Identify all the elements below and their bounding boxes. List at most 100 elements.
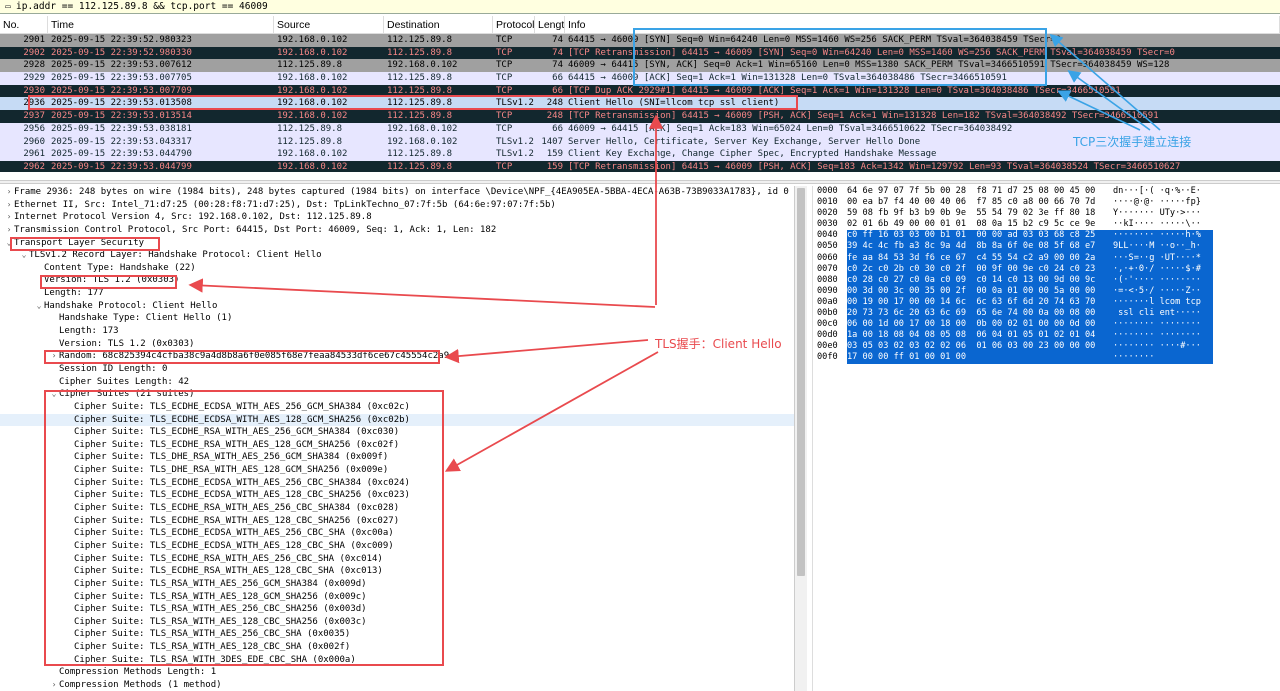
pane-splitter[interactable] — [0, 180, 1280, 184]
detail-tree-item[interactable]: Cipher Suite: TLS_ECDHE_ECDSA_WITH_AES_2… — [0, 527, 794, 540]
hex-bytes[interactable]: 64 6e 97 07 7f 5b 00 28 f8 71 d7 25 08 0… — [847, 186, 1113, 197]
hex-bytes[interactable]: c0 2c c0 2b c0 30 c0 2f 00 9f 00 9e c0 2… — [847, 263, 1113, 275]
detail-tree-item[interactable]: Length: 177 — [0, 287, 794, 300]
packet-row[interactable]: 2901 2025-09-15 22:39:52.980323 192.168.0.… — [0, 34, 1280, 47]
hex-bytes[interactable]: c0 28 c0 27 c0 0a c0 09 c0 14 c0 13 00 9… — [847, 274, 1113, 286]
detail-tree-item[interactable]: Handshake Type: Client Hello (1) — [0, 312, 794, 325]
hex-bytes[interactable]: 00 19 00 17 00 00 14 6c 6c 63 6f 6d 20 7… — [847, 296, 1113, 309]
hex-bytes[interactable]: 59 08 fb 9f b3 b9 0b 9e 55 54 79 02 3e f… — [847, 208, 1113, 219]
detail-tree-item[interactable]: Version: TLS 1.2 (0x0303) — [0, 274, 794, 287]
detail-tree-item[interactable]: Cipher Suite: TLS_DHE_RSA_WITH_AES_256_G… — [0, 451, 794, 464]
hex-ascii[interactable]: ········ ·····h·% — [1113, 230, 1213, 242]
column-header-protocol[interactable]: Protocol — [493, 16, 535, 34]
detail-tree-item[interactable]: Cipher Suite: TLS_RSA_WITH_AES_256_GCM_S… — [0, 578, 794, 591]
detail-tree-item[interactable]: Cipher Suite: TLS_ECDHE_RSA_WITH_AES_128… — [0, 565, 794, 578]
expanded-chevron-icon[interactable]: ⌄ — [4, 237, 14, 250]
display-filter-bar[interactable]: ▭ ip.addr == 112.125.89.8 && tcp.port ==… — [0, 0, 1280, 14]
hex-ascii[interactable]: ····@·@· ·····fp} — [1113, 197, 1213, 208]
column-header-time[interactable]: Time — [48, 16, 274, 34]
detail-tree-item[interactable]: Content Type: Handshake (22) — [0, 262, 794, 275]
detail-tree-item[interactable]: Cipher Suite: TLS_RSA_WITH_AES_128_CBC_S… — [0, 616, 794, 629]
collapsed-chevron-icon[interactable]: › — [4, 224, 14, 237]
detail-tree-item[interactable]: ⌄ Handshake Protocol: Client Hello — [0, 300, 794, 313]
hex-bytes[interactable]: 06 00 1d 00 17 00 18 00 0b 00 02 01 00 0… — [847, 319, 1113, 331]
detail-tree-item[interactable]: Cipher Suites Length: 42 — [0, 376, 794, 389]
detail-tree-item[interactable]: Cipher Suite: TLS_DHE_RSA_WITH_AES_128_G… — [0, 464, 794, 477]
detail-tree-item[interactable]: Cipher Suite: TLS_ECDHE_RSA_WITH_AES_256… — [0, 426, 794, 439]
hex-bytes[interactable]: 00 3d 00 3c 00 35 00 2f 00 0a 01 00 00 5… — [847, 285, 1113, 297]
detail-tree-item[interactable]: ⌄ Transport Layer Security — [0, 237, 794, 250]
detail-tree-item[interactable]: › Compression Methods (1 method) — [0, 679, 794, 691]
hex-bytes[interactable]: 20 73 73 6c 20 63 6c 69 65 6e 74 00 0a 0… — [847, 308, 1113, 320]
detail-tree-item[interactable]: Cipher Suite: TLS_ECDHE_ECDSA_WITH_AES_1… — [0, 489, 794, 502]
hex-bytes[interactable]: 17 00 00 ff 01 00 01 00 — [847, 352, 1113, 364]
details-scrollbar-thumb[interactable] — [797, 188, 805, 576]
hex-ascii[interactable]: ········ ········ — [1113, 330, 1213, 342]
hex-ascii[interactable]: ········ ········ — [1113, 319, 1213, 331]
hex-bytes[interactable]: 00 ea b7 f4 40 00 40 06 f7 85 c0 a8 00 6… — [847, 197, 1113, 208]
hex-ascii[interactable]: Y······· UTy·>··· — [1113, 208, 1213, 219]
hex-bytes[interactable]: 02 01 6b 49 00 00 01 01 08 0a 15 b2 c9 5… — [847, 219, 1113, 230]
detail-tree-item[interactable]: Session ID Length: 0 — [0, 363, 794, 376]
details-scrollbar[interactable] — [795, 186, 807, 691]
detail-tree-item[interactable]: Cipher Suite: TLS_ECDHE_ECDSA_WITH_AES_1… — [0, 540, 794, 553]
detail-tree-item[interactable]: Cipher Suite: TLS_ECDHE_RSA_WITH_AES_256… — [0, 553, 794, 566]
detail-tree-item[interactable]: Cipher Suite: TLS_ECDHE_RSA_WITH_AES_256… — [0, 502, 794, 515]
hex-bytes[interactable]: 1a 00 18 08 04 08 05 08 06 04 01 05 01 0… — [847, 330, 1113, 342]
detail-tree-item[interactable]: Cipher Suite: TLS_ECDHE_ECDSA_WITH_AES_2… — [0, 401, 794, 414]
hex-ascii[interactable]: dn···[·( ·q·%··E· — [1113, 186, 1213, 197]
column-header-info[interactable]: Info — [565, 16, 1280, 34]
detail-tree-item[interactable]: Cipher Suite: TLS_RSA_WITH_AES_256_CBC_S… — [0, 628, 794, 641]
collapsed-chevron-icon[interactable]: › — [49, 350, 59, 363]
column-header-destination[interactable]: Destination — [384, 16, 493, 34]
packet-row[interactable]: 2902 2025-09-15 22:39:52.980330 192.168.0.… — [0, 46, 1280, 60]
hex-ascii[interactable]: 9LL····M ··o··_h· — [1113, 241, 1213, 253]
hex-ascii[interactable]: ········ — [1113, 352, 1213, 364]
hex-bytes[interactable]: fe aa 84 53 3d f6 ce 67 c4 55 54 c2 a9 0… — [847, 252, 1113, 264]
packet-row[interactable]: 2937 2025-09-15 22:39:53.013514 192.168.0.… — [0, 110, 1280, 123]
column-header-source[interactable]: Source — [274, 16, 384, 34]
hex-ascii[interactable]: ········ ····#··· — [1113, 341, 1213, 353]
collapsed-chevron-icon[interactable]: › — [4, 211, 14, 224]
display-filter-input[interactable]: ip.addr == 112.125.89.8 && tcp.port == 4… — [16, 1, 268, 12]
detail-tree-item[interactable]: › Internet Protocol Version 4, Src: 192.1… — [0, 211, 794, 224]
hex-bytes[interactable]: 39 4c 4c fb a3 8c 9a 4d 8b 8a 6f 0e 08 5… — [847, 241, 1113, 253]
packet-row[interactable]: 2961 2025-09-15 22:39:53.044790 192.168.0.… — [0, 148, 1280, 161]
expanded-chevron-icon[interactable]: ⌄ — [34, 300, 44, 313]
detail-tree-item[interactable]: Cipher Suite: TLS_RSA_WITH_AES_256_CBC_S… — [0, 603, 794, 616]
detail-tree-item[interactable]: Cipher Suite: TLS_RSA_WITH_AES_128_GCM_S… — [0, 591, 794, 604]
packet-row[interactable]: 2962 2025-09-15 22:39:53.044799 192.168.0.… — [0, 160, 1280, 172]
detail-tree-item[interactable]: › Frame 2936: 248 bytes on wire (1984 bit… — [0, 186, 794, 199]
hex-ascii[interactable]: ·······l lcom tcp — [1113, 296, 1213, 309]
detail-tree-item[interactable]: Cipher Suite: TLS_ECDHE_ECDSA_WITH_AES_1… — [0, 413, 794, 427]
detail-tree-item[interactable]: Cipher Suite: TLS_ECDHE_RSA_WITH_AES_128… — [0, 439, 794, 452]
hex-bytes[interactable]: c0 ff 16 03 03 00 b1 01 00 00 ad 03 03 6… — [847, 230, 1113, 242]
detail-tree-item[interactable]: › Ethernet II, Src: Intel_71:d7:25 (00:28… — [0, 199, 794, 212]
hex-ascii[interactable]: ·=·<·5·/ ·····Z·· — [1113, 285, 1213, 297]
collapsed-chevron-icon[interactable]: › — [49, 679, 59, 691]
bookmark-icon[interactable]: ▭ — [2, 1, 14, 13]
packet-row[interactable]: 2928 2025-09-15 22:39:53.007612 112.125.89… — [0, 59, 1280, 73]
detail-tree-item[interactable]: Cipher Suite: TLS_RSA_WITH_AES_128_CBC_S… — [0, 641, 794, 654]
packet-row[interactable]: 2930 2025-09-15 22:39:53.007709 192.168.0.… — [0, 84, 1280, 98]
column-header-no[interactable]: No. — [0, 16, 48, 34]
hex-bytes[interactable]: 03 05 03 02 03 02 02 06 01 06 03 00 23 0… — [847, 341, 1113, 353]
collapsed-chevron-icon[interactable]: › — [4, 199, 14, 212]
packet-row[interactable]: 2929 2025-09-15 22:39:53.007705 192.168.0.… — [0, 72, 1280, 85]
detail-tree-item[interactable]: ⌄ TLSv1.2 Record Layer: Handshake Protoco… — [0, 249, 794, 262]
detail-tree-item[interactable]: › Transmission Control Protocol, Src Port… — [0, 224, 794, 237]
detail-tree-item[interactable]: Compression Methods Length: 1 — [0, 666, 794, 679]
column-header-length[interactable]: Length — [535, 16, 565, 34]
hex-ascii[interactable]: ssl cli ent····· — [1113, 308, 1213, 320]
detail-tree-item[interactable]: Cipher Suite: TLS_RSA_WITH_3DES_EDE_CBC_… — [0, 654, 794, 667]
packet-row[interactable]: 2936 2025-09-15 22:39:53.013508 192.168.0.… — [0, 97, 1280, 111]
hex-ascii[interactable]: ···S=··g ·UT····* — [1113, 252, 1213, 264]
expanded-chevron-icon[interactable]: ⌄ — [19, 249, 29, 262]
detail-tree-item[interactable]: ⌄ Cipher Suites (21 suites) — [0, 388, 794, 401]
hex-ascii[interactable]: ··kI···· ·····\·· — [1113, 219, 1213, 230]
expanded-chevron-icon[interactable]: ⌄ — [49, 388, 59, 401]
detail-tree-item[interactable]: Cipher Suite: TLS_ECDHE_RSA_WITH_AES_128… — [0, 515, 794, 528]
detail-tree-item[interactable]: › Random: 68c825394c4cfba38c9a4d8b8a6f0e0… — [0, 350, 794, 363]
hex-ascii[interactable]: ·(·'···· ········ — [1113, 274, 1213, 286]
collapsed-chevron-icon[interactable]: › — [4, 186, 14, 199]
